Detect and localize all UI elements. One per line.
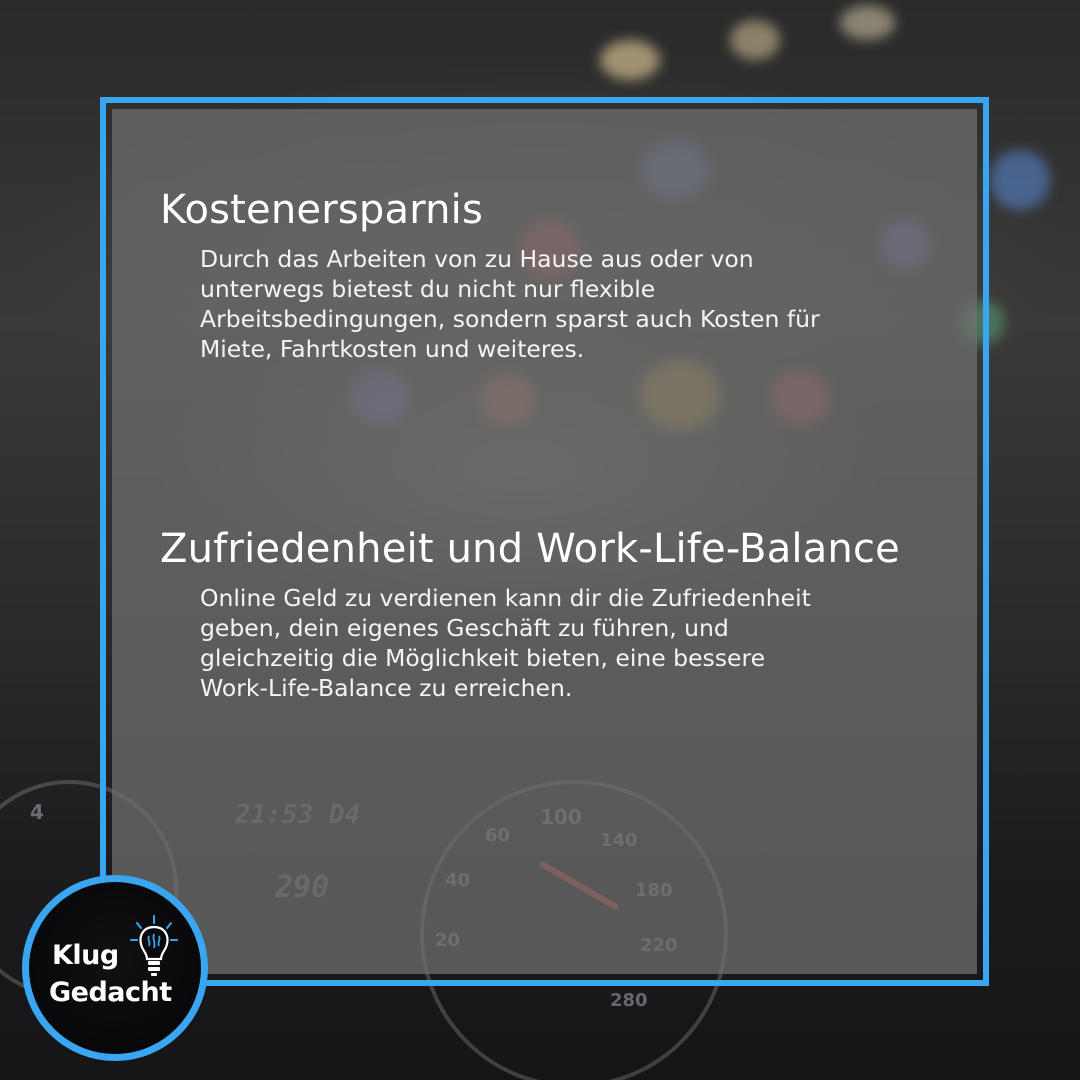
slide: 4 60 100 140 180 220 40 20 280 21:53 D4 … [0, 0, 1080, 1080]
section-title: Kostenersparnis [160, 187, 484, 233]
logo-text-line2: Gedacht [49, 977, 172, 1008]
section-work-life-balance: Zufriedenheit und Work-Life-Balance Onli… [160, 525, 900, 703]
bokeh-light [600, 40, 660, 80]
lightbulb-icon [130, 915, 178, 976]
section-body: Durch das Arbeiten von zu Hause aus oder… [200, 245, 820, 363]
brand-logo: Klug Gedacht [22, 875, 208, 1061]
bokeh-light [730, 20, 780, 60]
bokeh-light [840, 5, 895, 40]
section-body: Online Geld zu verdienen kann dir die Zu… [200, 584, 811, 702]
gauge-tick: 4 [30, 800, 44, 824]
section-kostenersparnis: Kostenersparnis Durch das Arbeiten von z… [160, 186, 840, 364]
bokeh-light [990, 150, 1050, 210]
logo-text-line1: Klug [52, 940, 119, 971]
gauge-tick: 280 [610, 990, 648, 1011]
section-title: Zufriedenheit und Work-Life-Balance [160, 526, 900, 572]
